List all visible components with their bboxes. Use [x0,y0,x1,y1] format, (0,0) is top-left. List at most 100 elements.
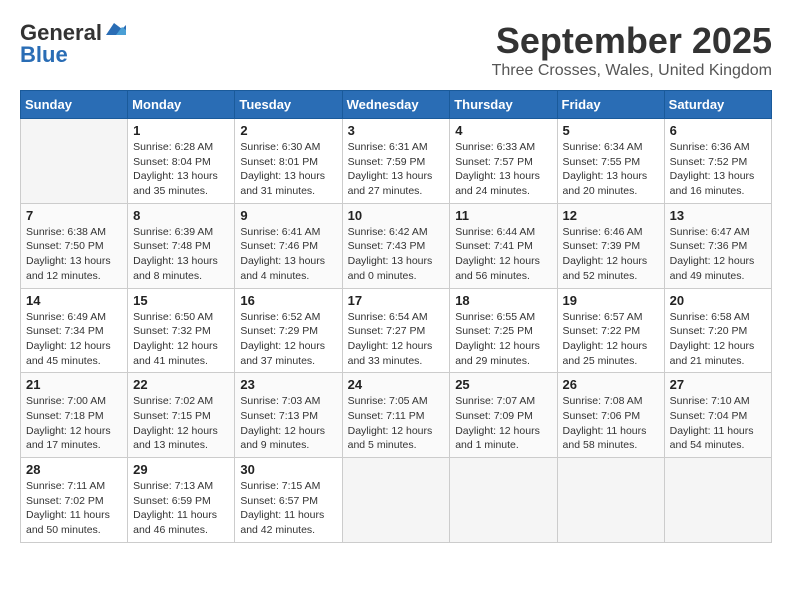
day-header-monday: Monday [128,91,235,119]
calendar-cell: 10 Sunrise: 6:42 AMSunset: 7:43 PMDayligh… [342,203,450,288]
day-number: 6 [670,123,766,138]
calendar-week-5: 28 Sunrise: 7:11 AMSunset: 7:02 PMDayligh… [21,458,772,543]
day-info: Sunrise: 6:33 AMSunset: 7:57 PMDaylight:… [455,140,551,199]
day-info: Sunrise: 6:30 AMSunset: 8:01 PMDaylight:… [240,140,336,199]
calendar-cell: 16 Sunrise: 6:52 AMSunset: 7:29 PMDayligh… [235,288,342,373]
day-header-sunday: Sunday [21,91,128,119]
day-number: 4 [455,123,551,138]
day-info: Sunrise: 7:00 AMSunset: 7:18 PMDaylight:… [26,394,122,453]
day-number: 12 [563,208,659,223]
day-number: 9 [240,208,336,223]
calendar-cell [664,458,771,543]
day-info: Sunrise: 6:41 AMSunset: 7:46 PMDaylight:… [240,225,336,284]
day-number: 22 [133,377,229,392]
title-section: September 2025 Three Crosses, Wales, Uni… [492,20,772,80]
day-number: 30 [240,462,336,477]
day-info: Sunrise: 7:13 AMSunset: 6:59 PMDaylight:… [133,479,229,538]
day-number: 20 [670,293,766,308]
calendar-cell: 5 Sunrise: 6:34 AMSunset: 7:55 PMDaylight… [557,119,664,204]
day-number: 5 [563,123,659,138]
day-info: Sunrise: 7:03 AMSunset: 7:13 PMDaylight:… [240,394,336,453]
day-number: 25 [455,377,551,392]
day-number: 19 [563,293,659,308]
day-info: Sunrise: 6:39 AMSunset: 7:48 PMDaylight:… [133,225,229,284]
day-info: Sunrise: 6:28 AMSunset: 8:04 PMDaylight:… [133,140,229,199]
calendar-cell: 20Sunrise: 6:58 AMSunset: 7:20 PMDayligh… [664,288,771,373]
calendar-cell: 18 Sunrise: 6:55 AMSunset: 7:25 PMDayligh… [450,288,557,373]
day-number: 14 [26,293,122,308]
calendar-cell: 15 Sunrise: 6:50 AMSunset: 7:32 PMDayligh… [128,288,235,373]
day-number: 23 [240,377,336,392]
calendar-body: 1 Sunrise: 6:28 AMSunset: 8:04 PMDaylight… [21,119,772,543]
day-number: 28 [26,462,122,477]
calendar-week-4: 21 Sunrise: 7:00 AMSunset: 7:18 PMDayligh… [21,373,772,458]
day-header-friday: Friday [557,91,664,119]
day-number: 17 [348,293,445,308]
calendar-cell: 12 Sunrise: 6:46 AMSunset: 7:39 PMDayligh… [557,203,664,288]
day-info: Sunrise: 6:47 AMSunset: 7:36 PMDaylight:… [670,225,766,284]
day-info: Sunrise: 7:15 AMSunset: 6:57 PMDaylight:… [240,479,336,538]
day-number: 16 [240,293,336,308]
day-info: Sunrise: 6:42 AMSunset: 7:43 PMDaylight:… [348,225,445,284]
calendar-week-1: 1 Sunrise: 6:28 AMSunset: 8:04 PMDaylight… [21,119,772,204]
day-number: 18 [455,293,551,308]
day-info: Sunrise: 7:02 AMSunset: 7:15 PMDaylight:… [133,394,229,453]
day-info: Sunrise: 6:50 AMSunset: 7:32 PMDaylight:… [133,310,229,369]
calendar-cell: 26 Sunrise: 7:08 AMSunset: 7:06 PMDayligh… [557,373,664,458]
day-info: Sunrise: 7:05 AMSunset: 7:11 PMDaylight:… [348,394,445,453]
calendar-cell: 27Sunrise: 7:10 AMSunset: 7:04 PMDayligh… [664,373,771,458]
day-info: Sunrise: 6:46 AMSunset: 7:39 PMDaylight:… [563,225,659,284]
calendar-cell: 8 Sunrise: 6:39 AMSunset: 7:48 PMDaylight… [128,203,235,288]
day-info: Sunrise: 6:34 AMSunset: 7:55 PMDaylight:… [563,140,659,199]
location-title: Three Crosses, Wales, United Kingdom [492,62,772,80]
calendar-week-2: 7 Sunrise: 6:38 AMSunset: 7:50 PMDaylight… [21,203,772,288]
day-number: 10 [348,208,445,223]
day-info: Sunrise: 7:10 AMSunset: 7:04 PMDaylight:… [670,394,766,453]
calendar-cell [21,119,128,204]
calendar-cell [342,458,450,543]
calendar-cell: 14 Sunrise: 6:49 AMSunset: 7:34 PMDayligh… [21,288,128,373]
day-info: Sunrise: 6:49 AMSunset: 7:34 PMDaylight:… [26,310,122,369]
calendar-cell: 1 Sunrise: 6:28 AMSunset: 8:04 PMDaylight… [128,119,235,204]
day-info: Sunrise: 7:11 AMSunset: 7:02 PMDaylight:… [26,479,122,538]
day-number: 15 [133,293,229,308]
page-header: General Blue September 2025 Three Crosse… [20,20,772,80]
logo: General Blue [20,20,126,68]
day-header-thursday: Thursday [450,91,557,119]
day-info: Sunrise: 6:36 AMSunset: 7:52 PMDaylight:… [670,140,766,199]
calendar-cell: 30 Sunrise: 7:15 AMSunset: 6:57 PMDayligh… [235,458,342,543]
logo-blue: Blue [20,42,68,68]
day-info: Sunrise: 7:08 AMSunset: 7:06 PMDaylight:… [563,394,659,453]
month-title: September 2025 [492,20,772,62]
calendar-cell: 4 Sunrise: 6:33 AMSunset: 7:57 PMDaylight… [450,119,557,204]
calendar-cell: 22 Sunrise: 7:02 AMSunset: 7:15 PMDayligh… [128,373,235,458]
day-number: 21 [26,377,122,392]
day-info: Sunrise: 6:52 AMSunset: 7:29 PMDaylight:… [240,310,336,369]
calendar-cell: 7 Sunrise: 6:38 AMSunset: 7:50 PMDaylight… [21,203,128,288]
day-number: 7 [26,208,122,223]
day-info: Sunrise: 6:38 AMSunset: 7:50 PMDaylight:… [26,225,122,284]
day-info: Sunrise: 6:44 AMSunset: 7:41 PMDaylight:… [455,225,551,284]
calendar-cell: 13Sunrise: 6:47 AMSunset: 7:36 PMDayligh… [664,203,771,288]
day-info: Sunrise: 6:55 AMSunset: 7:25 PMDaylight:… [455,310,551,369]
calendar-cell: 9 Sunrise: 6:41 AMSunset: 7:46 PMDaylight… [235,203,342,288]
calendar-cell: 17 Sunrise: 6:54 AMSunset: 7:27 PMDayligh… [342,288,450,373]
calendar-cell: 2 Sunrise: 6:30 AMSunset: 8:01 PMDaylight… [235,119,342,204]
calendar-cell: 24Sunrise: 7:05 AMSunset: 7:11 PMDayligh… [342,373,450,458]
calendar-cell: 11 Sunrise: 6:44 AMSunset: 7:41 PMDayligh… [450,203,557,288]
day-info: Sunrise: 7:07 AMSunset: 7:09 PMDaylight:… [455,394,551,453]
day-number: 8 [133,208,229,223]
day-number: 26 [563,377,659,392]
day-number: 2 [240,123,336,138]
calendar-week-3: 14 Sunrise: 6:49 AMSunset: 7:34 PMDayligh… [21,288,772,373]
day-info: Sunrise: 6:57 AMSunset: 7:22 PMDaylight:… [563,310,659,369]
calendar-cell: 28 Sunrise: 7:11 AMSunset: 7:02 PMDayligh… [21,458,128,543]
calendar-table: SundayMondayTuesdayWednesdayThursdayFrid… [20,90,772,543]
calendar-cell: 19 Sunrise: 6:57 AMSunset: 7:22 PMDayligh… [557,288,664,373]
logo-icon [104,21,126,39]
day-info: Sunrise: 6:54 AMSunset: 7:27 PMDaylight:… [348,310,445,369]
calendar-header-row: SundayMondayTuesdayWednesdayThursdayFrid… [21,91,772,119]
calendar-cell: 29Sunrise: 7:13 AMSunset: 6:59 PMDayligh… [128,458,235,543]
day-number: 1 [133,123,229,138]
day-number: 11 [455,208,551,223]
